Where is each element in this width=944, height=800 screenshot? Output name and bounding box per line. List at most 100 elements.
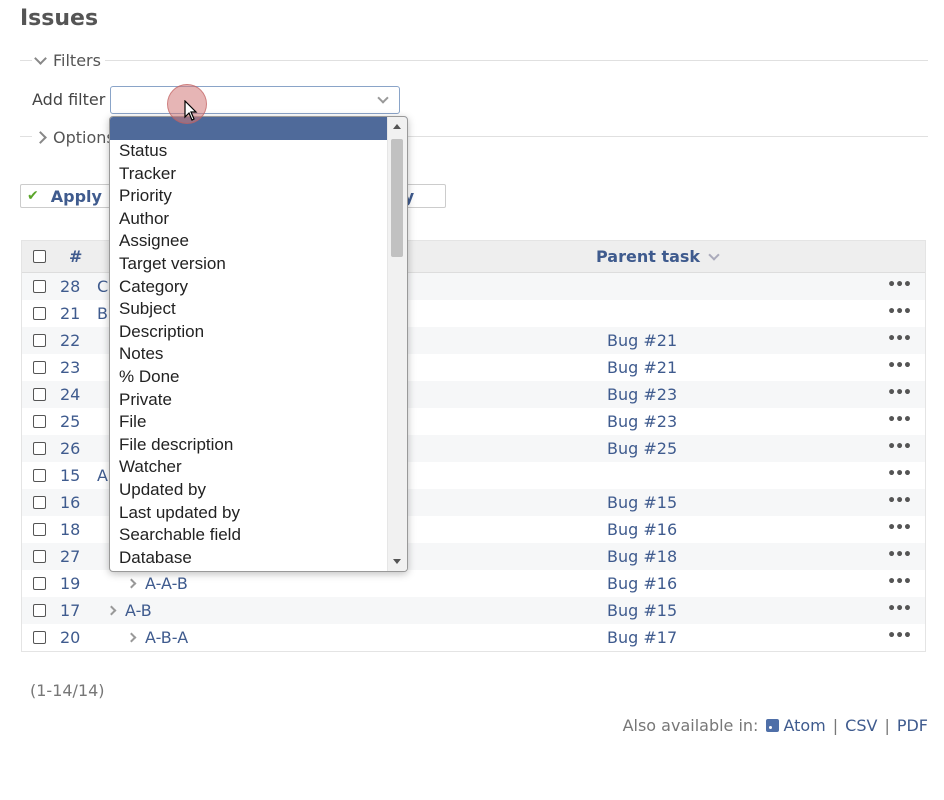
issue-id-link[interactable]: 28: [60, 277, 80, 296]
row-checkbox[interactable]: [33, 576, 46, 590]
parent-task-label: Parent task: [596, 247, 701, 266]
parent-task-link[interactable]: Bug #16: [607, 574, 677, 593]
row-checkbox[interactable]: [33, 630, 46, 644]
issue-subject[interactable]: C: [97, 277, 108, 296]
row-checkbox[interactable]: [33, 468, 46, 482]
dropdown-option[interactable]: Status: [110, 140, 407, 163]
dropdown-option[interactable]: File description: [110, 434, 407, 457]
dropdown-option[interactable]: Watcher: [110, 456, 407, 479]
column-header-parent-task[interactable]: Parent task: [596, 247, 720, 266]
dropdown-option[interactable]: Database: [110, 547, 407, 570]
issue-subject[interactable]: A-A-B: [126, 574, 188, 593]
more-actions-icon[interactable]: •••: [887, 412, 912, 428]
dropdown-option[interactable]: Target version: [110, 253, 407, 276]
more-actions-icon[interactable]: •••: [887, 574, 912, 590]
row-checkbox[interactable]: [33, 306, 46, 320]
more-actions-icon[interactable]: •••: [887, 601, 912, 617]
more-actions-icon[interactable]: •••: [887, 439, 912, 455]
row-checkbox[interactable]: [33, 522, 46, 536]
dropdown-option[interactable]: Private: [110, 389, 407, 412]
more-actions-icon[interactable]: •••: [887, 547, 912, 563]
filters-legend: Filters: [53, 51, 101, 70]
parent-task-link[interactable]: Bug #21: [607, 358, 677, 377]
column-header-id[interactable]: #: [69, 247, 82, 266]
table-row[interactable]: 19 A-A-B Bug #16 •••: [22, 570, 925, 597]
issue-id-link[interactable]: 16: [60, 493, 80, 512]
more-actions-icon[interactable]: •••: [887, 385, 912, 401]
row-checkbox[interactable]: [33, 495, 46, 509]
issue-subject[interactable]: A: [97, 466, 108, 485]
dropdown-option[interactable]: Priority: [110, 185, 407, 208]
dropdown-option-blank-selected[interactable]: [110, 117, 407, 140]
row-checkbox[interactable]: [33, 414, 46, 428]
dropdown-option[interactable]: Updated by: [110, 479, 407, 502]
dropdown-option[interactable]: Assignee: [110, 230, 407, 253]
more-actions-icon[interactable]: •••: [887, 358, 912, 374]
row-checkbox[interactable]: [33, 279, 46, 293]
row-checkbox[interactable]: [33, 549, 46, 563]
other-formats: Also available in: Atom | CSV | PDF: [623, 716, 928, 735]
row-checkbox[interactable]: [33, 387, 46, 401]
more-actions-icon[interactable]: •••: [887, 628, 912, 644]
more-actions-icon[interactable]: •••: [887, 277, 912, 293]
dropdown-option[interactable]: Author: [110, 208, 407, 231]
select-all-checkbox[interactable]: [33, 249, 46, 263]
issue-id-link[interactable]: 26: [60, 439, 80, 458]
parent-task-link[interactable]: Bug #17: [607, 628, 677, 647]
parent-task-link[interactable]: Bug #15: [607, 493, 677, 512]
dropdown-option[interactable]: File: [110, 411, 407, 434]
parent-task-link[interactable]: Bug #21: [607, 331, 677, 350]
issue-id-link[interactable]: 21: [60, 304, 80, 323]
options-toggle[interactable]: Options: [32, 128, 119, 147]
more-actions-icon[interactable]: •••: [887, 304, 912, 320]
issue-id-link[interactable]: 18: [60, 520, 80, 539]
scroll-thumb[interactable]: [391, 139, 403, 257]
parent-task-link[interactable]: Bug #23: [607, 385, 677, 404]
dropdown-option[interactable]: Tracker: [110, 163, 407, 186]
parent-task-link[interactable]: Bug #16: [607, 520, 677, 539]
scroll-down-arrow-icon[interactable]: [393, 559, 401, 564]
scroll-up-arrow-icon[interactable]: [393, 124, 401, 129]
dropdown-option[interactable]: Subject: [110, 298, 407, 321]
table-row[interactable]: 17 A-B Bug #15 •••: [22, 597, 925, 624]
row-checkbox[interactable]: [33, 441, 46, 455]
issue-subject[interactable]: A-B-A: [126, 628, 188, 647]
add-filter-dropdown-list[interactable]: Status Tracker Priority Author Assignee Targe…: [109, 116, 408, 572]
row-checkbox[interactable]: [33, 603, 46, 617]
row-checkbox[interactable]: [33, 360, 46, 374]
issue-id-link[interactable]: 25: [60, 412, 80, 431]
csv-link[interactable]: CSV: [845, 716, 877, 735]
row-checkbox[interactable]: [33, 333, 46, 347]
issue-id-link[interactable]: 22: [60, 331, 80, 350]
more-actions-icon[interactable]: •••: [887, 466, 912, 482]
dropdown-option[interactable]: % Done: [110, 366, 407, 389]
issue-id-link[interactable]: 23: [60, 358, 80, 377]
dropdown-option[interactable]: Searchable field: [110, 524, 407, 547]
issue-id-link[interactable]: 24: [60, 385, 80, 404]
parent-task-link[interactable]: Bug #23: [607, 412, 677, 431]
parent-task-link[interactable]: Bug #15: [607, 601, 677, 620]
more-actions-icon[interactable]: •••: [887, 493, 912, 509]
filters-toggle[interactable]: Filters: [32, 51, 105, 70]
dropdown-option[interactable]: Last updated by: [110, 502, 407, 525]
issue-id-link[interactable]: 15: [60, 466, 80, 485]
issue-subject[interactable]: A-B: [106, 601, 152, 620]
parent-task-link[interactable]: Bug #18: [607, 547, 677, 566]
dropdown-scrollbar[interactable]: [387, 117, 407, 571]
atom-link[interactable]: Atom: [783, 716, 825, 735]
dropdown-option[interactable]: Notes: [110, 343, 407, 366]
issue-id-link[interactable]: 17: [60, 601, 80, 620]
pdf-link[interactable]: PDF: [897, 716, 928, 735]
more-actions-icon[interactable]: •••: [887, 331, 912, 347]
dropdown-option[interactable]: Category: [110, 276, 407, 299]
table-row[interactable]: 20 A-B-A Bug #17 •••: [22, 624, 925, 651]
more-actions-icon[interactable]: •••: [887, 520, 912, 536]
apply-button[interactable]: ✔ Apply: [20, 184, 115, 208]
issue-id-link[interactable]: 19: [60, 574, 80, 593]
issue-id-link[interactable]: 20: [60, 628, 80, 647]
add-filter-select[interactable]: [110, 86, 400, 114]
issue-id-link[interactable]: 27: [60, 547, 80, 566]
dropdown-option[interactable]: Description: [110, 321, 407, 344]
issue-subject[interactable]: B: [97, 304, 108, 323]
parent-task-link[interactable]: Bug #25: [607, 439, 677, 458]
